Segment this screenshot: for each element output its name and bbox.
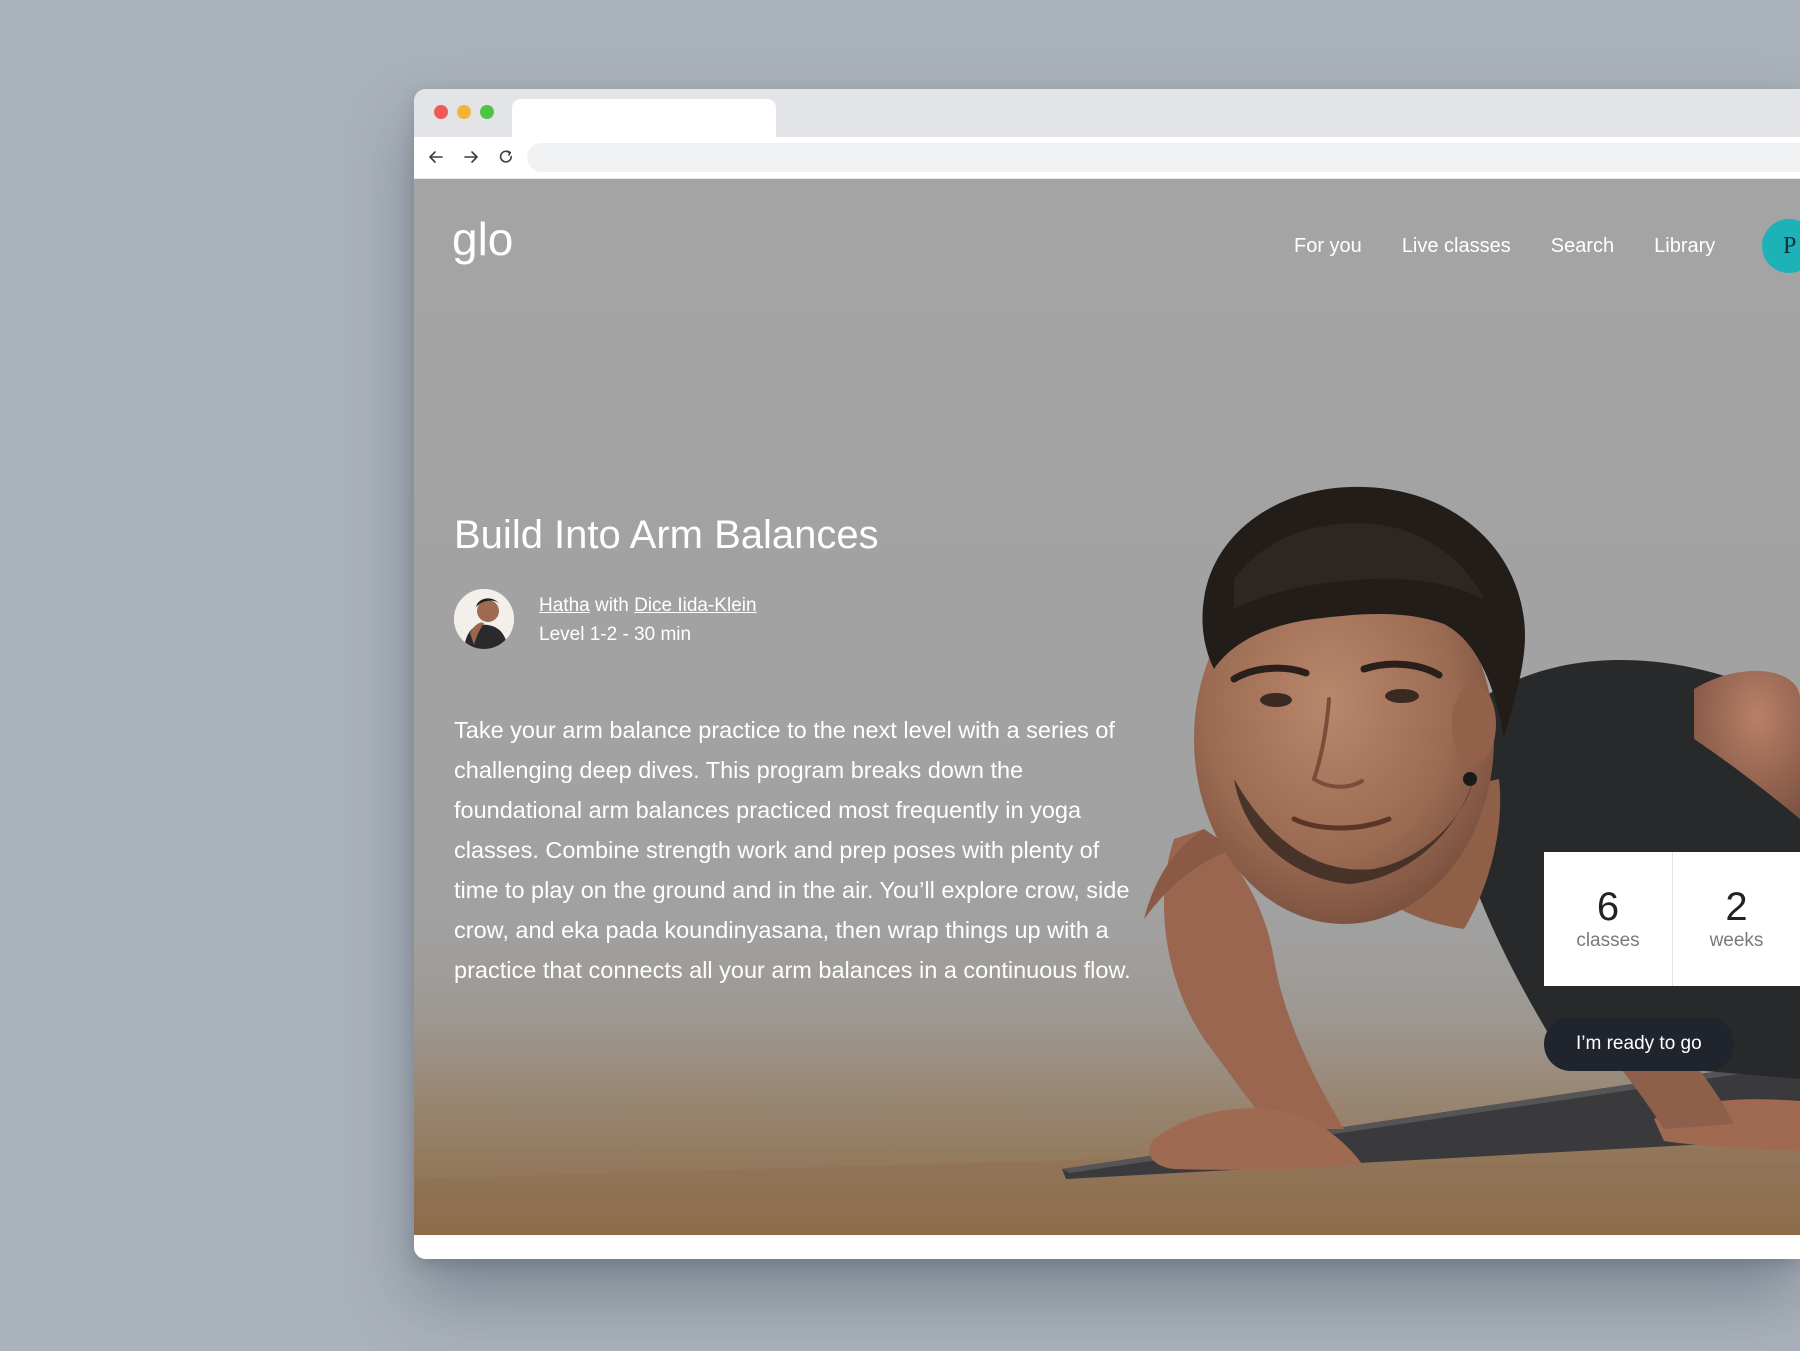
stat-weeks-value: 2 bbox=[1725, 885, 1748, 929]
stat-classes: 6 classes bbox=[1544, 852, 1672, 986]
nav-library[interactable]: Library bbox=[1654, 235, 1715, 258]
address-bar[interactable] bbox=[527, 143, 1800, 172]
page-viewport: glo For you Live classes Search Library … bbox=[414, 179, 1800, 1235]
forward-button[interactable] bbox=[459, 145, 483, 169]
level-duration: Level 1-2 - 30 min bbox=[539, 624, 692, 645]
teacher-avatar[interactable] bbox=[454, 589, 514, 649]
glo-logo[interactable]: glo bbox=[452, 217, 522, 277]
arrow-right-icon bbox=[464, 151, 478, 163]
browser-toolbar bbox=[414, 137, 1800, 179]
nav-search[interactable]: Search bbox=[1551, 235, 1614, 258]
stat-weeks: 2 weeks bbox=[1671, 852, 1800, 986]
reload-button[interactable] bbox=[494, 145, 518, 169]
close-window-button[interactable] bbox=[434, 105, 448, 119]
reload-icon bbox=[499, 150, 512, 163]
program-description: Take your arm balance practice to the ne… bbox=[454, 717, 1131, 983]
minimize-window-button[interactable] bbox=[457, 105, 471, 119]
teacher-photo bbox=[454, 589, 514, 649]
browser-window: glo For you Live classes Search Library … bbox=[414, 89, 1800, 1259]
stat-classes-value: 6 bbox=[1596, 885, 1620, 929]
teacher-link[interactable]: Dice Iida-Klein bbox=[634, 595, 757, 616]
stat-weeks-label: weeks bbox=[1709, 930, 1764, 951]
program-title: Build Into Arm Balances bbox=[454, 513, 879, 557]
browser-titlebar bbox=[414, 89, 1800, 137]
stat-classes-label: classes bbox=[1576, 930, 1640, 951]
with-text: with bbox=[594, 595, 629, 616]
maximize-window-button[interactable] bbox=[480, 105, 494, 119]
page-bottom-strip bbox=[414, 1235, 1800, 1259]
hero-image bbox=[414, 179, 1800, 1235]
arrow-left-icon bbox=[429, 151, 443, 163]
ready-to-go-button[interactable]: I’m ready to go bbox=[1544, 1017, 1734, 1071]
program-stats-card: 6 classes 2 weeks bbox=[1544, 852, 1800, 986]
browser-tab-active[interactable] bbox=[512, 99, 776, 137]
program-meta: Hatha with Dice Iida-Klein Level 1-2 - 3… bbox=[539, 591, 757, 649]
site-nav: For you Live classes Search Library bbox=[1294, 235, 1755, 258]
nav-for-you[interactable]: For you bbox=[1294, 235, 1362, 258]
logo-text: glo bbox=[452, 217, 513, 265]
profile-initial: P bbox=[1783, 232, 1797, 259]
style-link[interactable]: Hatha bbox=[539, 595, 590, 616]
nav-live-classes[interactable]: Live classes bbox=[1402, 235, 1511, 258]
back-button[interactable] bbox=[424, 145, 448, 169]
